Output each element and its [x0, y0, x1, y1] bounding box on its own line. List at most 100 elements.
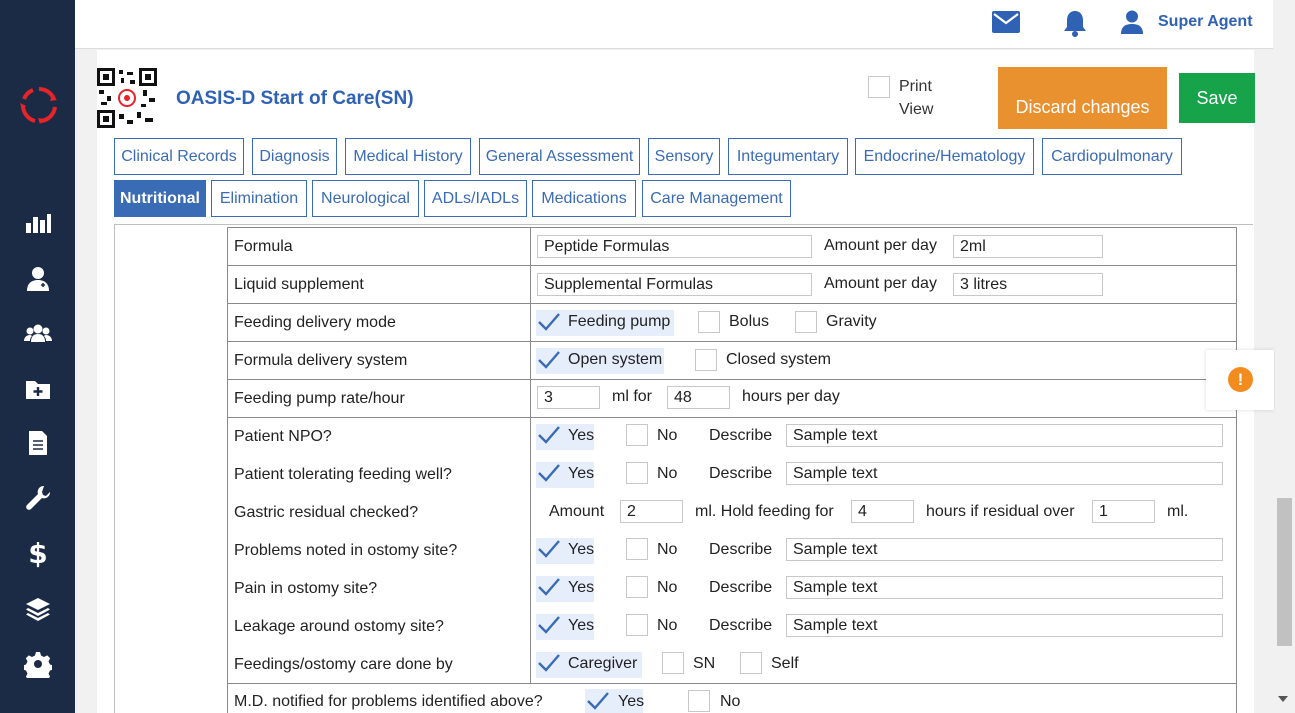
md-notified-yes-checkbox[interactable] — [586, 690, 609, 712]
bolus-checkbox[interactable] — [698, 311, 720, 333]
discard-changes-button[interactable]: Discard changes — [998, 67, 1167, 129]
row-label: Pain in ostomy site? — [228, 570, 531, 608]
ml-for-label: ml for — [612, 388, 652, 405]
tab-cardiopulmonary[interactable]: Cardiopulmonary — [1042, 138, 1182, 175]
bell-icon[interactable] — [1062, 9, 1088, 37]
ostomy-pain-describe-input[interactable]: Sample text — [786, 576, 1223, 599]
row-label: Gastric residual checked? — [228, 494, 531, 532]
user-doctor-icon[interactable] — [23, 264, 53, 294]
yes-label: Yes — [568, 427, 595, 444]
tab-elimination[interactable]: Elimination — [211, 180, 307, 217]
layers-icon[interactable] — [23, 594, 53, 624]
gastric-amount-input[interactable]: 2 — [620, 500, 683, 523]
tab-endocrine-hematology[interactable]: Endocrine/Hematology — [855, 138, 1034, 175]
tab-sensory[interactable]: Sensory — [648, 138, 720, 175]
tolerating-yes-checkbox[interactable] — [537, 462, 560, 484]
md-notified-label: M.D. notified for problems identified ab… — [234, 693, 543, 710]
ostomy-problems-yes-checkbox[interactable] — [537, 538, 560, 560]
tab-neurological[interactable]: Neurological — [312, 180, 419, 217]
sn-checkbox[interactable] — [662, 652, 684, 674]
qr-code-icon — [97, 68, 157, 128]
residual-input[interactable]: 1 — [1092, 500, 1155, 523]
tolerating-no-checkbox[interactable] — [626, 462, 648, 484]
nutritional-form-table: Formula Peptide Formulas Amount per day … — [227, 227, 1237, 713]
tab-nutritional[interactable]: Nutritional — [114, 180, 206, 217]
tolerating-describe-input[interactable]: Sample text — [786, 462, 1223, 485]
hold-feeding-input[interactable]: 4 — [851, 500, 914, 523]
form-row-liquid-supplement: Liquid supplement Supplemental Formulas … — [228, 266, 1236, 304]
check-icon — [538, 464, 560, 482]
folder-plus-icon[interactable] — [23, 374, 53, 404]
md-notified-no-checkbox[interactable] — [688, 690, 710, 712]
no-label: No — [657, 617, 678, 634]
liquid-supplement-amount-input[interactable]: 3 litres — [953, 273, 1103, 296]
mail-icon[interactable] — [992, 11, 1020, 33]
open-system-checkbox[interactable] — [537, 349, 560, 371]
tab-clinical-records[interactable]: Clinical Records — [114, 138, 244, 175]
ostomy-problems-describe-input[interactable]: Sample text — [786, 538, 1223, 561]
formula-amount-input[interactable]: 2ml — [953, 235, 1103, 258]
users-group-icon[interactable] — [23, 319, 53, 349]
tab-care-management[interactable]: Care Management — [642, 180, 791, 217]
closed-system-checkbox[interactable] — [695, 349, 717, 371]
npo-no-checkbox[interactable] — [626, 424, 648, 446]
sn-label: SN — [693, 655, 716, 672]
form-row-gastric-residual: Gastric residual checked? Amount 2 ml. H… — [228, 494, 1236, 532]
scroll-down-arrow-icon[interactable] — [1278, 696, 1288, 702]
gear-icon[interactable] — [23, 649, 53, 679]
ostomy-pain-yes-checkbox[interactable] — [537, 576, 560, 598]
pump-hours-input[interactable]: 48 — [667, 386, 730, 409]
yes-label: Yes — [568, 579, 595, 596]
row-label: Feeding pump rate/hour — [228, 380, 531, 417]
feeding-pump-checkbox[interactable] — [537, 311, 560, 333]
print-view-checkbox[interactable] — [868, 76, 890, 98]
document-icon[interactable] — [23, 428, 53, 458]
app-logo-icon[interactable] — [19, 85, 59, 125]
top-header: Super Agent — [75, 0, 1273, 49]
user-icon[interactable] — [1121, 10, 1143, 34]
print-view-label: Print View — [899, 78, 934, 118]
caregiver-checkbox[interactable] — [537, 652, 560, 674]
user-name-link[interactable]: Super Agent — [1158, 13, 1253, 31]
ostomy-leakage-describe-input[interactable]: Sample text — [786, 614, 1223, 637]
chart-bar-icon[interactable] — [23, 208, 53, 238]
bolus-label: Bolus — [729, 313, 770, 330]
formula-input[interactable]: Peptide Formulas — [537, 235, 812, 258]
row-label: Formula — [228, 228, 531, 265]
row-label: Feeding delivery mode — [228, 304, 531, 341]
npo-describe-input[interactable]: Sample text — [786, 424, 1223, 447]
feeding-pump-label: Feeding pump — [568, 313, 671, 330]
form-row-formula-delivery-system: Formula delivery system Open system Clos… — [228, 342, 1236, 380]
gravity-checkbox[interactable] — [795, 311, 817, 333]
tab-integumentary[interactable]: Integumentary — [728, 138, 848, 175]
npo-yes-checkbox[interactable] — [537, 424, 560, 446]
pump-rate-input[interactable]: 3 — [537, 386, 600, 409]
tab-general-assessment[interactable]: General Assessment — [479, 138, 640, 175]
describe-label: Describe — [709, 579, 773, 596]
check-icon — [538, 313, 560, 331]
save-button[interactable]: Save — [1179, 73, 1255, 123]
wrench-icon[interactable] — [23, 483, 53, 513]
describe-label: Describe — [709, 617, 773, 634]
closed-system-label: Closed system — [726, 351, 831, 368]
ostomy-leakage-yes-checkbox[interactable] — [537, 614, 560, 636]
form-row-formula: Formula Peptide Formulas Amount per day … — [228, 228, 1236, 266]
ostomy-pain-no-checkbox[interactable] — [626, 576, 648, 598]
self-checkbox[interactable] — [740, 652, 762, 674]
scrollbar-thumb[interactable] — [1277, 498, 1292, 646]
no-label: No — [657, 541, 678, 558]
tab-adls-iadls[interactable]: ADLs/IADLs — [424, 180, 527, 217]
liquid-supplement-input[interactable]: Supplemental Formulas — [537, 273, 812, 296]
amount-per-day-label: Amount per day — [824, 275, 937, 292]
form-row-ostomy-leakage: Leakage around ostomy site? Yes No Descr… — [228, 608, 1236, 646]
ostomy-problems-no-checkbox[interactable] — [626, 538, 648, 560]
ostomy-leakage-no-checkbox[interactable] — [626, 614, 648, 636]
row-label: Leakage around ostomy site? — [228, 608, 531, 646]
dollar-icon[interactable]: $ — [23, 537, 53, 570]
alert-icon[interactable]: ! — [1228, 367, 1253, 392]
tab-medical-history[interactable]: Medical History — [345, 138, 471, 175]
tab-medications[interactable]: Medications — [532, 180, 636, 217]
form-row-tolerating-feeding: Patient tolerating feeding well? Yes No … — [228, 456, 1236, 494]
tab-diagnosis[interactable]: Diagnosis — [252, 138, 337, 175]
no-label: No — [657, 579, 678, 596]
